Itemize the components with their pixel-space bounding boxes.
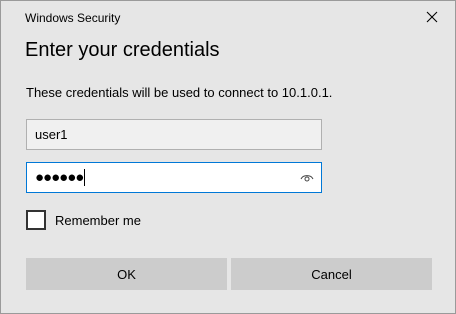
ok-button[interactable]: OK	[26, 258, 227, 290]
reveal-password-button[interactable]	[299, 170, 315, 186]
close-icon	[426, 11, 438, 23]
cancel-button[interactable]: Cancel	[231, 258, 432, 290]
title-bar: Windows Security	[1, 1, 455, 31]
username-value: user1	[35, 127, 68, 142]
remember-me-checkbox[interactable]	[26, 210, 46, 230]
credentials-dialog: Windows Security Enter your credentials …	[0, 0, 456, 314]
password-masked-value: ●●●●●●	[35, 169, 84, 186]
window-title: Windows Security	[25, 11, 121, 25]
username-field[interactable]: user1	[26, 119, 322, 150]
dialog-description: These credentials will be used to connec…	[26, 85, 333, 100]
eye-icon	[300, 175, 314, 182]
password-field[interactable]: ●●●●●●	[26, 162, 322, 193]
remember-me-label[interactable]: Remember me	[55, 213, 141, 228]
dialog-heading: Enter your credentials	[25, 39, 220, 61]
text-caret	[84, 169, 86, 186]
remember-me-row[interactable]: Remember me	[26, 210, 141, 230]
close-button[interactable]	[417, 5, 447, 29]
